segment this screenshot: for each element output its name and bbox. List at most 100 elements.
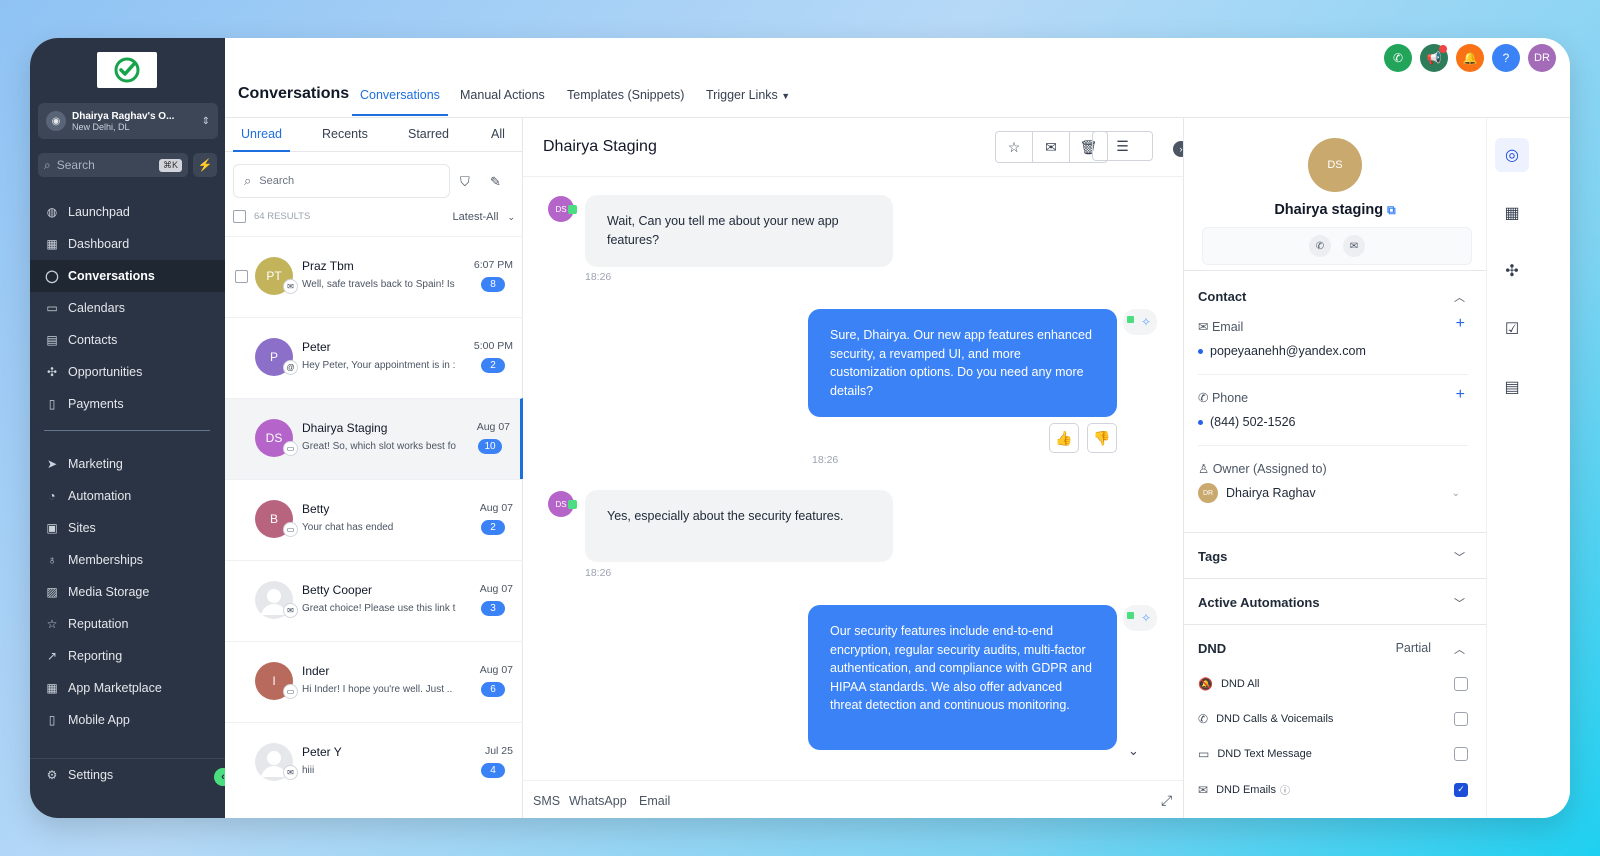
- conversation-row[interactable]: P @ Peter Hey Peter, Your appointment is in…: [225, 317, 523, 398]
- conversation-row[interactable]: DS ▭ Dhairya Staging Great! So, which slot …: [225, 398, 523, 479]
- sidebar-item-media-storage[interactable]: ▨ Media Storage: [30, 576, 225, 608]
- chevron-up-icon[interactable]: ︿: [1454, 641, 1465, 657]
- owner-select[interactable]: DR Dhairya Raghav ⌄: [1198, 483, 1468, 503]
- conversation-row[interactable]: B ▭ Betty Your chat has ended Aug 07 2: [225, 479, 523, 560]
- sidebar-item-payments[interactable]: ▯ Payments: [30, 388, 225, 420]
- sidebar-item-label: Sites: [68, 521, 96, 535]
- dnd-text-row[interactable]: ▭ DND Text Message: [1198, 747, 1468, 761]
- sidebar-item-contacts[interactable]: ▤ Contacts: [30, 324, 225, 356]
- phone-value[interactable]: (844) 502-1526: [1198, 415, 1295, 429]
- mark-read-icon[interactable]: ✉: [1033, 132, 1070, 162]
- dnd-calls-row[interactable]: ✆ DND Calls & Voicemails: [1198, 712, 1468, 726]
- tab-templates[interactable]: Templates (Snippets): [567, 88, 684, 102]
- sidebar-item-reputation[interactable]: ☆ Reputation: [30, 608, 225, 640]
- tab-trigger-links[interactable]: Trigger Links ▼: [706, 88, 790, 102]
- tab-starred[interactable]: Starred: [408, 127, 449, 141]
- channel-icon: ▭: [283, 522, 298, 537]
- filter-lines-icon[interactable]: ☰: [1092, 131, 1153, 161]
- app-logo[interactable]: [97, 52, 157, 88]
- section-title[interactable]: Contact: [1198, 289, 1246, 304]
- network-icon[interactable]: ✣: [1495, 254, 1529, 288]
- sidebar-item-calendars[interactable]: ▭ Calendars: [30, 292, 225, 324]
- mail-icon[interactable]: ✉: [1343, 235, 1365, 257]
- sidebar-item-memberships[interactable]: ♁ Memberships: [30, 544, 225, 576]
- help-icon[interactable]: ?: [1492, 44, 1520, 72]
- dnd-all-checkbox[interactable]: [1454, 677, 1468, 691]
- sidebar-item-app-marketplace[interactable]: ▦ App Marketplace: [30, 672, 225, 704]
- email-value[interactable]: popeyaanehh@yandex.com: [1198, 344, 1366, 358]
- sidebar-item-launchpad[interactable]: ◍ Launchpad: [30, 196, 225, 228]
- channel-email[interactable]: Email: [639, 794, 670, 808]
- conversation-row[interactable]: PT ✉ Praz Tbm Well, safe travels back to Sp…: [225, 236, 523, 317]
- conversation-row[interactable]: I ▭ Inder Hi Inder! I hope you're well. Jus…: [225, 641, 523, 722]
- star-icon[interactable]: ☆: [996, 132, 1033, 162]
- phone-icon[interactable]: ✆: [1384, 44, 1412, 72]
- ai-sparkle-icon[interactable]: ✧: [1123, 309, 1157, 335]
- tags-section[interactable]: Tags ﹀: [1184, 532, 1487, 578]
- sidebar-item-label: Memberships: [68, 553, 144, 567]
- chevron-up-icon[interactable]: ︿: [1454, 289, 1465, 305]
- expand-icon[interactable]: ⤢: [1161, 792, 1172, 809]
- thumbs-up-icon[interactable]: 👍: [1049, 423, 1079, 453]
- tab-conversations[interactable]: Conversations: [352, 88, 448, 116]
- sidebar-item-automation[interactable]: ◔ Automation: [30, 480, 225, 512]
- sidebar-item-reporting[interactable]: ↗ Reporting: [30, 640, 225, 672]
- sidebar-item-sites[interactable]: ▣ Sites: [30, 512, 225, 544]
- conversation-row[interactable]: ✉ Peter Y hiii Jul 25 4: [225, 722, 523, 803]
- sidebar-item-opportunities[interactable]: ✣ Opportunities: [30, 356, 225, 388]
- calendar-icon[interactable]: ▦: [1495, 196, 1529, 230]
- chat-header: Dhairya Staging ☆ ✉ 🗑 ☰ ›: [523, 118, 1189, 177]
- quick-actions-bolt-icon[interactable]: ⚡: [193, 153, 217, 177]
- notification-dot: [1439, 45, 1447, 53]
- channel-sms[interactable]: SMS: [533, 794, 560, 808]
- receipt-icon: ▯: [48, 397, 56, 411]
- dnd-calls-checkbox[interactable]: [1454, 712, 1468, 726]
- conversation-search-input[interactable]: ⌕ Search: [233, 164, 450, 198]
- ai-sparkle-icon[interactable]: ✧: [1123, 605, 1157, 631]
- sidebar-item-settings[interactable]: ⚙ Settings: [30, 758, 225, 790]
- section-title[interactable]: DND: [1198, 641, 1226, 656]
- compose-icon[interactable]: ✎: [490, 174, 501, 190]
- task-checkbox-icon[interactable]: ☑: [1495, 312, 1529, 346]
- active-automations-section[interactable]: Active Automations ﹀: [1184, 578, 1487, 624]
- megaphone-icon[interactable]: 📢: [1420, 44, 1448, 72]
- conversation-row[interactable]: ✉ Betty Cooper Great choice! Please use th…: [225, 560, 523, 641]
- sidebar-item-mobile-app[interactable]: ▯ Mobile App: [30, 704, 225, 736]
- sidebar-item-dashboard[interactable]: ▦ Dashboard: [30, 228, 225, 260]
- contact-name-text: Dhairya staging: [1274, 202, 1384, 218]
- sort-dropdown[interactable]: Latest-All ⌄: [453, 211, 515, 223]
- external-link-icon[interactable]: ⧉: [1387, 203, 1396, 217]
- user-avatar[interactable]: DR: [1528, 44, 1556, 72]
- sidebar-item-conversations[interactable]: ◯ Conversations: [30, 260, 225, 292]
- unread-count-badge: 6: [481, 682, 505, 697]
- phone-icon[interactable]: ✆: [1309, 235, 1331, 257]
- conversation-time: Jul 25: [484, 745, 513, 757]
- network-icon: ✣: [46, 365, 58, 379]
- dnd-emails-checkbox[interactable]: ✓: [1454, 782, 1468, 797]
- sidebar-search[interactable]: ⌕ Search ⌘K: [38, 153, 188, 177]
- scroll-down-icon[interactable]: ⌄: [1128, 743, 1139, 759]
- thumbs-down-icon[interactable]: 👎: [1087, 423, 1117, 453]
- dnd-emails-row[interactable]: ✉ DND Emails ⓘ ✓: [1198, 782, 1468, 797]
- sidebar-item-marketing[interactable]: ➤ Marketing: [30, 448, 225, 480]
- add-email-button[interactable]: +: [1456, 315, 1465, 333]
- dnd-text-checkbox[interactable]: [1454, 747, 1468, 761]
- info-icon[interactable]: ⓘ: [1280, 782, 1290, 797]
- filter-icon[interactable]: ⛉: [460, 174, 470, 190]
- channel-whatsapp[interactable]: WhatsApp: [569, 794, 627, 808]
- tab-unread[interactable]: Unread: [233, 127, 290, 152]
- select-all-checkbox[interactable]: [233, 210, 246, 223]
- notes-icon[interactable]: ▤: [1495, 370, 1529, 404]
- star-icon: ☆: [46, 617, 58, 631]
- channel-icon: @: [283, 360, 298, 375]
- add-phone-button[interactable]: +: [1456, 386, 1465, 404]
- bell-icon[interactable]: 🔔: [1456, 44, 1484, 72]
- trend-icon: ↗: [46, 649, 58, 663]
- tab-recents[interactable]: Recents: [322, 127, 368, 141]
- tab-all[interactable]: All: [491, 127, 505, 141]
- account-switcher[interactable]: ◉ Dhairya Raghav's O... New Delhi, DL ⇕: [38, 103, 218, 139]
- dnd-all-row[interactable]: 🔕 DND All: [1198, 677, 1468, 691]
- conversation-checkbox[interactable]: [235, 270, 248, 283]
- contact-profile-icon[interactable]: ◎: [1495, 138, 1529, 172]
- tab-manual-actions[interactable]: Manual Actions: [460, 88, 545, 102]
